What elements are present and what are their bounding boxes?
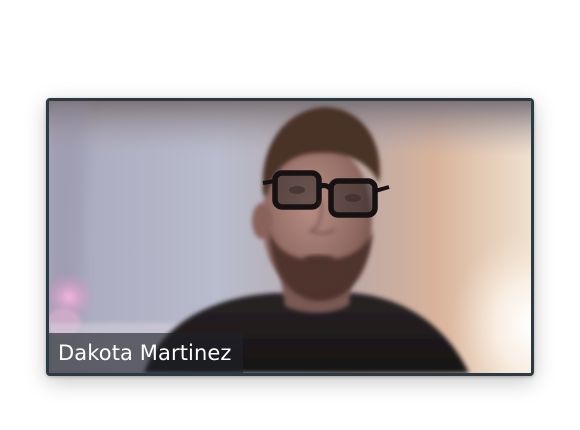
- meeting-stage: Dakota Martinez: [0, 0, 580, 430]
- participant-video-tile[interactable]: Dakota Martinez: [46, 98, 534, 376]
- participant-name-label: Dakota Martinez: [49, 333, 243, 373]
- participant-name: Dakota Martinez: [58, 341, 232, 365]
